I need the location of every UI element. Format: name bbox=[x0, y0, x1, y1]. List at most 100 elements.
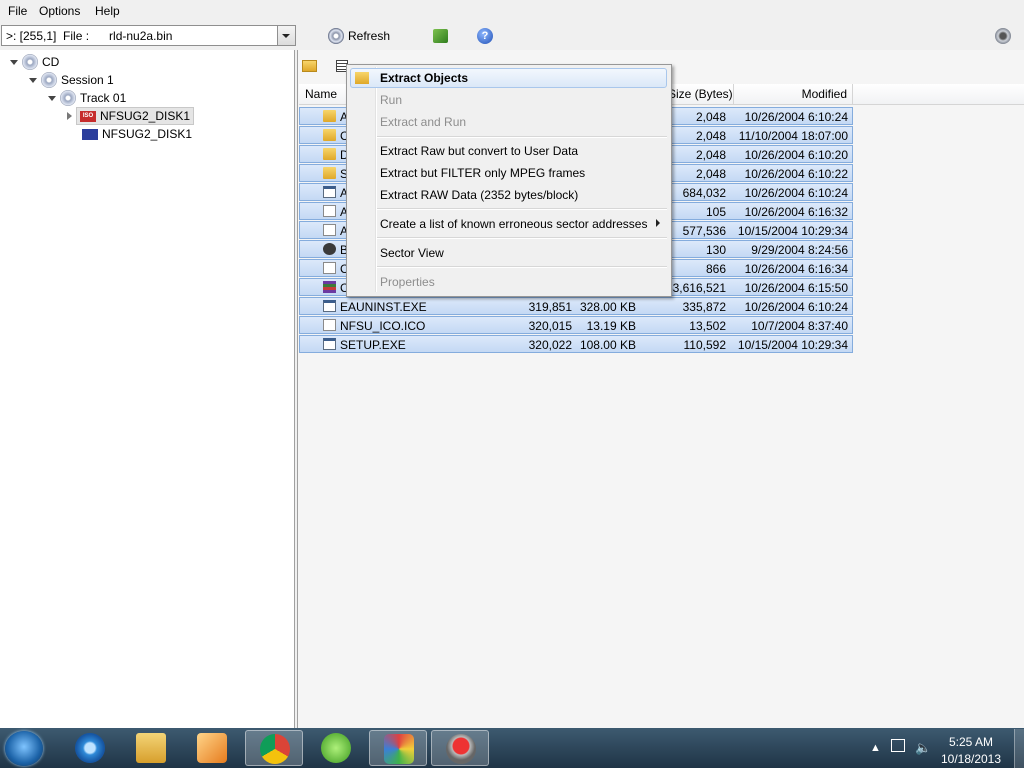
menu-extract-filter-mpeg[interactable]: Extract but FILTER only MPEG frames bbox=[380, 166, 585, 180]
autorun-file-icon bbox=[323, 224, 336, 236]
refresh-button[interactable]: Refresh bbox=[328, 27, 390, 45]
tree-pane bbox=[0, 50, 295, 728]
menu-extract-raw-convert[interactable]: Extract Raw but convert to User Data bbox=[380, 144, 578, 158]
isobuster-icon bbox=[446, 734, 476, 764]
menu-bar: File Options Help bbox=[0, 0, 1024, 22]
help-icon: ? bbox=[477, 28, 493, 44]
menu-file[interactable]: File bbox=[8, 4, 27, 18]
expand-arrow-icon[interactable] bbox=[48, 95, 56, 101]
menu-extract-objects[interactable]: Extract Objects bbox=[380, 71, 468, 85]
menu-run[interactable]: Run bbox=[380, 93, 402, 107]
context-menu: Extract Objects Run Extract and Run Extr… bbox=[346, 64, 672, 297]
menu-extract-and-run[interactable]: Extract and Run bbox=[380, 115, 466, 129]
taskbar-chrome[interactable] bbox=[245, 730, 303, 766]
media-player-icon bbox=[197, 733, 227, 763]
tray-expand-icon[interactable]: ▲ bbox=[870, 742, 881, 754]
iso-icon: ISO bbox=[80, 110, 96, 122]
extract-icon bbox=[433, 29, 448, 43]
paint-icon bbox=[384, 734, 414, 764]
file-sector: 320,022 bbox=[528, 338, 572, 352]
refresh-label: Refresh bbox=[348, 29, 391, 43]
taskbar-media-player[interactable] bbox=[183, 730, 241, 766]
menu-error-sectors[interactable]: Create a list of known erroneous sector … bbox=[380, 217, 647, 231]
eject-icon bbox=[995, 28, 1011, 44]
file-modified: 10/26/2004 6:10:24 bbox=[744, 110, 848, 124]
file-modified: 10/26/2004 6:10:24 bbox=[744, 186, 848, 200]
settings-file-icon bbox=[323, 205, 336, 217]
eject-button[interactable] bbox=[995, 27, 1011, 45]
submenu-arrow-icon bbox=[656, 219, 660, 227]
taskbar-explorer[interactable] bbox=[122, 730, 180, 766]
folder-up-icon[interactable] bbox=[302, 60, 317, 72]
table-row[interactable]: SETUP.EXE 320,022 108.00 KB 110,592 10/15/20… bbox=[299, 335, 853, 353]
source-file-combo[interactable]: >: [255,1] File : rld-nu2a.bin bbox=[1, 25, 296, 46]
expand-arrow-icon[interactable] bbox=[29, 77, 37, 83]
table-row[interactable]: NFSU_ICO.ICO 320,015 13.19 KB 13,502 10/7/20… bbox=[299, 316, 853, 334]
chrome-icon bbox=[260, 734, 290, 764]
folder-icon bbox=[323, 129, 336, 141]
folder-icon bbox=[323, 167, 336, 179]
menu-extract-raw-data[interactable]: Extract RAW Data (2352 bytes/block) bbox=[380, 188, 578, 202]
file-bytes: 13,502 bbox=[689, 319, 726, 333]
menu-options[interactable]: Options bbox=[39, 4, 80, 18]
ie-icon bbox=[75, 733, 105, 763]
dat-file-icon bbox=[323, 243, 336, 255]
system-clock[interactable]: 5:25 AM 10/18/2013 bbox=[936, 735, 1006, 766]
file-sector: 319,851 bbox=[528, 300, 572, 314]
file-modified: 10/26/2004 6:15:50 bbox=[744, 281, 848, 295]
taskbar-paint[interactable] bbox=[369, 730, 427, 766]
start-button[interactable] bbox=[5, 731, 43, 766]
collapsed-arrow-icon[interactable] bbox=[67, 112, 72, 120]
file-name: SETUP.EXE bbox=[340, 338, 406, 352]
tree-node-label: Session 1 bbox=[61, 73, 114, 87]
volume-icon[interactable]: 🔈 bbox=[915, 740, 931, 756]
exe-icon bbox=[323, 338, 336, 350]
tree-node-cd[interactable]: CD bbox=[10, 53, 59, 71]
file-modified: 10/26/2004 6:16:32 bbox=[744, 205, 848, 219]
file-modified: 9/29/2004 8:24:56 bbox=[751, 243, 848, 257]
cd-icon bbox=[22, 54, 38, 70]
folder-icon bbox=[355, 72, 369, 84]
column-name[interactable]: Name bbox=[305, 87, 337, 101]
help-button[interactable]: ? bbox=[477, 27, 493, 45]
file-sector: 320,015 bbox=[528, 319, 572, 333]
video-track-icon bbox=[82, 128, 98, 140]
tree-node-track[interactable]: Track 01 bbox=[48, 89, 126, 107]
menu-help[interactable]: Help bbox=[95, 4, 120, 18]
show-desktop-button[interactable] bbox=[1014, 729, 1024, 768]
folder-icon bbox=[323, 110, 336, 122]
file-modified: 10/7/2004 8:37:40 bbox=[751, 319, 848, 333]
tree-node-session[interactable]: Session 1 bbox=[29, 71, 114, 89]
tree-node-label: NFSUG2_DISK1 bbox=[102, 127, 193, 141]
file-modified: 11/10/2004 18:07:00 bbox=[738, 129, 848, 143]
table-row[interactable]: EAUNINST.EXE 319,851 328.00 KB 335,872 10/26… bbox=[299, 297, 853, 315]
column-size-bytes[interactable]: Size (Bytes) bbox=[668, 87, 733, 101]
document-icon bbox=[323, 262, 336, 274]
taskbar-utorrent[interactable] bbox=[307, 730, 365, 766]
network-icon[interactable] bbox=[891, 739, 905, 752]
file-modified: 10/26/2004 6:10:20 bbox=[744, 148, 848, 162]
file-modified: 10/15/2004 10:29:34 bbox=[737, 224, 848, 238]
file-name: EAUNINST.EXE bbox=[340, 300, 427, 314]
expand-arrow-icon[interactable] bbox=[10, 59, 18, 65]
file-bytes: 110,592 bbox=[683, 338, 727, 352]
menu-sector-view[interactable]: Sector View bbox=[380, 246, 444, 260]
file-modified: 10/26/2004 6:16:34 bbox=[744, 262, 848, 276]
file-modified: 10/26/2004 6:10:24 bbox=[744, 300, 848, 314]
extract-toolbar-button[interactable] bbox=[433, 27, 448, 45]
clock-time: 5:25 AM bbox=[948, 735, 994, 749]
tree-node-video[interactable]: NFSUG2_DISK1 bbox=[82, 125, 192, 143]
taskbar-ie[interactable] bbox=[61, 730, 119, 766]
refresh-icon bbox=[328, 28, 344, 44]
column-modified[interactable]: Modified bbox=[799, 87, 847, 101]
tree-node-iso[interactable]: ISO NFSUG2_DISK1 bbox=[67, 107, 195, 125]
file-size: 13.19 KB bbox=[586, 319, 636, 333]
file-bytes: 335,872 bbox=[682, 300, 726, 314]
exe-icon bbox=[323, 186, 336, 198]
source-file-value: >: [255,1] File : rld-nu2a.bin bbox=[6, 29, 173, 43]
file-name: NFSU_ICO.ICO bbox=[340, 319, 426, 333]
menu-properties[interactable]: Properties bbox=[380, 275, 435, 289]
clock-date: 10/18/2013 bbox=[940, 752, 1002, 766]
chevron-down-icon[interactable] bbox=[277, 26, 295, 45]
taskbar-isobuster[interactable] bbox=[431, 730, 489, 766]
